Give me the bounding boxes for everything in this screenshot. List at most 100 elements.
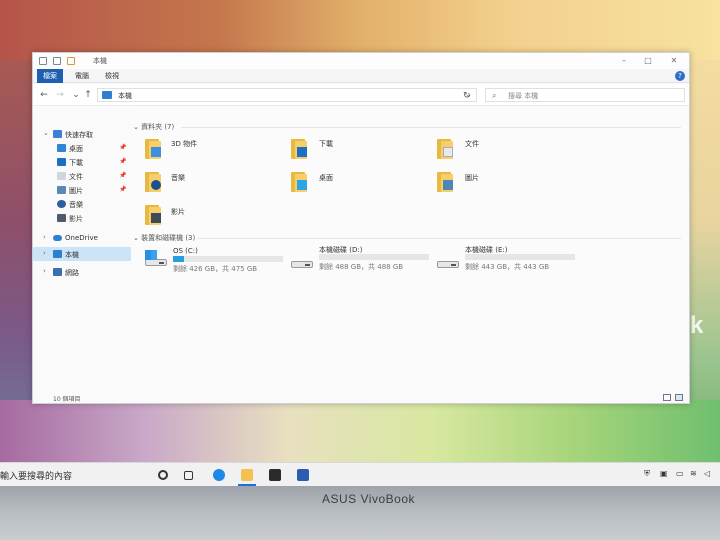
pin-icon[interactable]: 📌 [119,158,126,165]
drives-group-header[interactable]: ⌄ 裝置和磁碟機 (3) [133,233,195,243]
sidebar-item-documents[interactable]: 文件 📌 [33,169,131,183]
folder-downloads-icon[interactable] [291,137,311,159]
tab-computer[interactable]: 電腦 [69,69,95,83]
folder-label[interactable]: 影片 [171,207,185,217]
windows-logo-icon [145,250,157,260]
folder-label[interactable]: 圖片 [465,173,479,183]
folder-3d-objects-icon[interactable] [145,137,165,159]
close-button[interactable]: ✕ [663,55,685,67]
drives-group-label: 裝置和磁碟機 (3) [141,234,196,242]
divider [181,127,681,128]
forward-button[interactable]: → [55,89,65,101]
cortana-icon [158,470,168,480]
sidebar-item-label: 下載 [69,159,83,167]
tab-view[interactable]: 檢視 [99,69,125,83]
sidebar-item-videos[interactable]: 影片 [33,211,131,225]
chevron-down-icon[interactable]: ⌄ [43,129,49,137]
quick-access-toolbar-icon[interactable] [39,57,47,65]
chevron-right-icon[interactable]: › [43,249,46,257]
maximize-button[interactable]: □ [637,55,659,67]
folder-label[interactable]: 3D 物件 [171,139,197,149]
sidebar-item-this-pc[interactable]: › 本機 [33,247,131,261]
desktop-wallpaper-bottom [0,400,720,462]
drive-free-space: 剩餘 443 GB，共 443 GB [465,263,550,271]
large-icons-view-icon[interactable] [675,394,683,401]
wifi-icon[interactable]: ≋ [690,469,697,478]
recent-dropdown-icon[interactable]: ⌄ [71,89,81,101]
drive-free-space: 剩餘 426 GB，共 475 GB [173,265,258,273]
drive-usage-bar [465,254,575,260]
edge-button[interactable] [210,466,228,484]
folder-documents-icon[interactable] [437,137,457,159]
star-icon [53,130,62,138]
tray-app-icon[interactable]: ▣ [660,469,668,478]
folder-icon [241,469,253,481]
battery-icon[interactable]: ▭ [676,469,684,478]
details-view-icon[interactable] [663,394,671,401]
folder-videos-icon[interactable] [145,203,165,225]
sidebar-item-quick-access[interactable]: ⌄ 快速存取 [33,127,131,141]
folder-music-icon[interactable] [145,170,165,192]
sidebar-item-label: 文件 [69,173,83,181]
sidebar-item-label: 桌面 [69,145,83,153]
task-view-button[interactable] [180,466,198,484]
ribbon: 檔案 電腦 檢視 ? [33,69,689,83]
folder-label[interactable]: 下載 [319,139,333,149]
folder-pictures-icon[interactable] [437,170,457,192]
refresh-icon[interactable]: ↻ [463,91,471,101]
mail-button[interactable] [266,466,284,484]
chevron-right-icon[interactable]: › [43,267,46,275]
app-icon [297,469,309,481]
sidebar-item-onedrive[interactable]: › OneDrive [33,231,131,245]
address-row: ← → ⌄ ↑ 本機 ⌄ ↻ ⌕ 搜尋 本機 [33,84,689,106]
drive-e-icon[interactable] [437,259,459,271]
chevron-right-icon[interactable]: › [43,233,46,241]
taskbar-search-box[interactable]: 輸入要搜尋的內容 [0,469,72,482]
folders-group-header[interactable]: ⌄ 資料夾 (7) [133,122,174,132]
folder-label[interactable]: 音樂 [171,173,185,183]
drive-d-icon[interactable] [291,259,313,271]
folder-desktop-icon[interactable] [291,170,311,192]
up-button[interactable]: ↑ [83,89,93,101]
bezel-brand-logo: ASUS VivoBook [322,492,415,506]
drive-free-space: 剩餘 488 GB，共 488 GB [319,263,404,271]
chevron-down-icon[interactable]: ⌄ [133,123,141,131]
cortana-button[interactable] [154,466,172,484]
mcafee-icon[interactable]: ⛨ [644,469,650,479]
minimize-button[interactable]: – [613,55,635,67]
sidebar-item-downloads[interactable]: 下載 📌 [33,155,131,169]
sidebar-item-network[interactable]: › 網路 [33,265,131,279]
address-path: 本機 [118,92,132,100]
pin-icon[interactable]: 📌 [119,144,126,151]
drive-usage-bar [319,254,429,260]
app-button[interactable] [294,466,312,484]
search-input[interactable]: ⌕ 搜尋 本機 [485,88,685,102]
pin-icon[interactable]: 📌 [119,172,126,179]
sidebar-item-desktop[interactable]: 桌面 📌 [33,141,131,155]
properties-icon[interactable] [53,57,61,65]
pin-icon[interactable]: 📌 [119,186,126,193]
item-count: 10 個項目 [53,396,81,403]
new-folder-icon[interactable] [67,57,75,65]
file-explorer-taskbar-button[interactable] [238,466,256,486]
chevron-down-icon[interactable]: ⌄ [133,234,141,242]
navigation-pane: ⌄ 快速存取 桌面 📌 下載 📌 文件 📌 圖片 📌 音樂 影片 › OneDr… [33,107,131,393]
volume-icon[interactable]: ◁ [704,469,710,478]
folders-group-label: 資料夾 (7) [141,123,175,131]
network-icon [53,268,62,276]
content-pane: ⌄ 資料夾 (7) 3D 物件 下載 文件 音樂 桌面 圖片 影片 ⌄ 裝置和磁… [131,107,689,393]
sidebar-item-pictures[interactable]: 圖片 📌 [33,183,131,197]
sidebar-item-label: 圖片 [69,187,83,195]
help-icon[interactable]: ? [675,71,685,81]
back-button[interactable]: ← [39,89,49,101]
sidebar-item-label: 快速存取 [65,131,93,139]
address-bar[interactable]: 本機 ⌄ [97,88,477,102]
sidebar-item-music[interactable]: 音樂 [33,197,131,211]
this-pc-icon [102,91,112,99]
drive-name[interactable]: OS (C:) [173,247,198,255]
tab-file[interactable]: 檔案 [37,69,63,83]
cloud-icon [53,235,62,241]
folder-label[interactable]: 桌面 [319,173,333,183]
folder-label[interactable]: 文件 [465,139,479,149]
desktop-icon [57,144,66,152]
